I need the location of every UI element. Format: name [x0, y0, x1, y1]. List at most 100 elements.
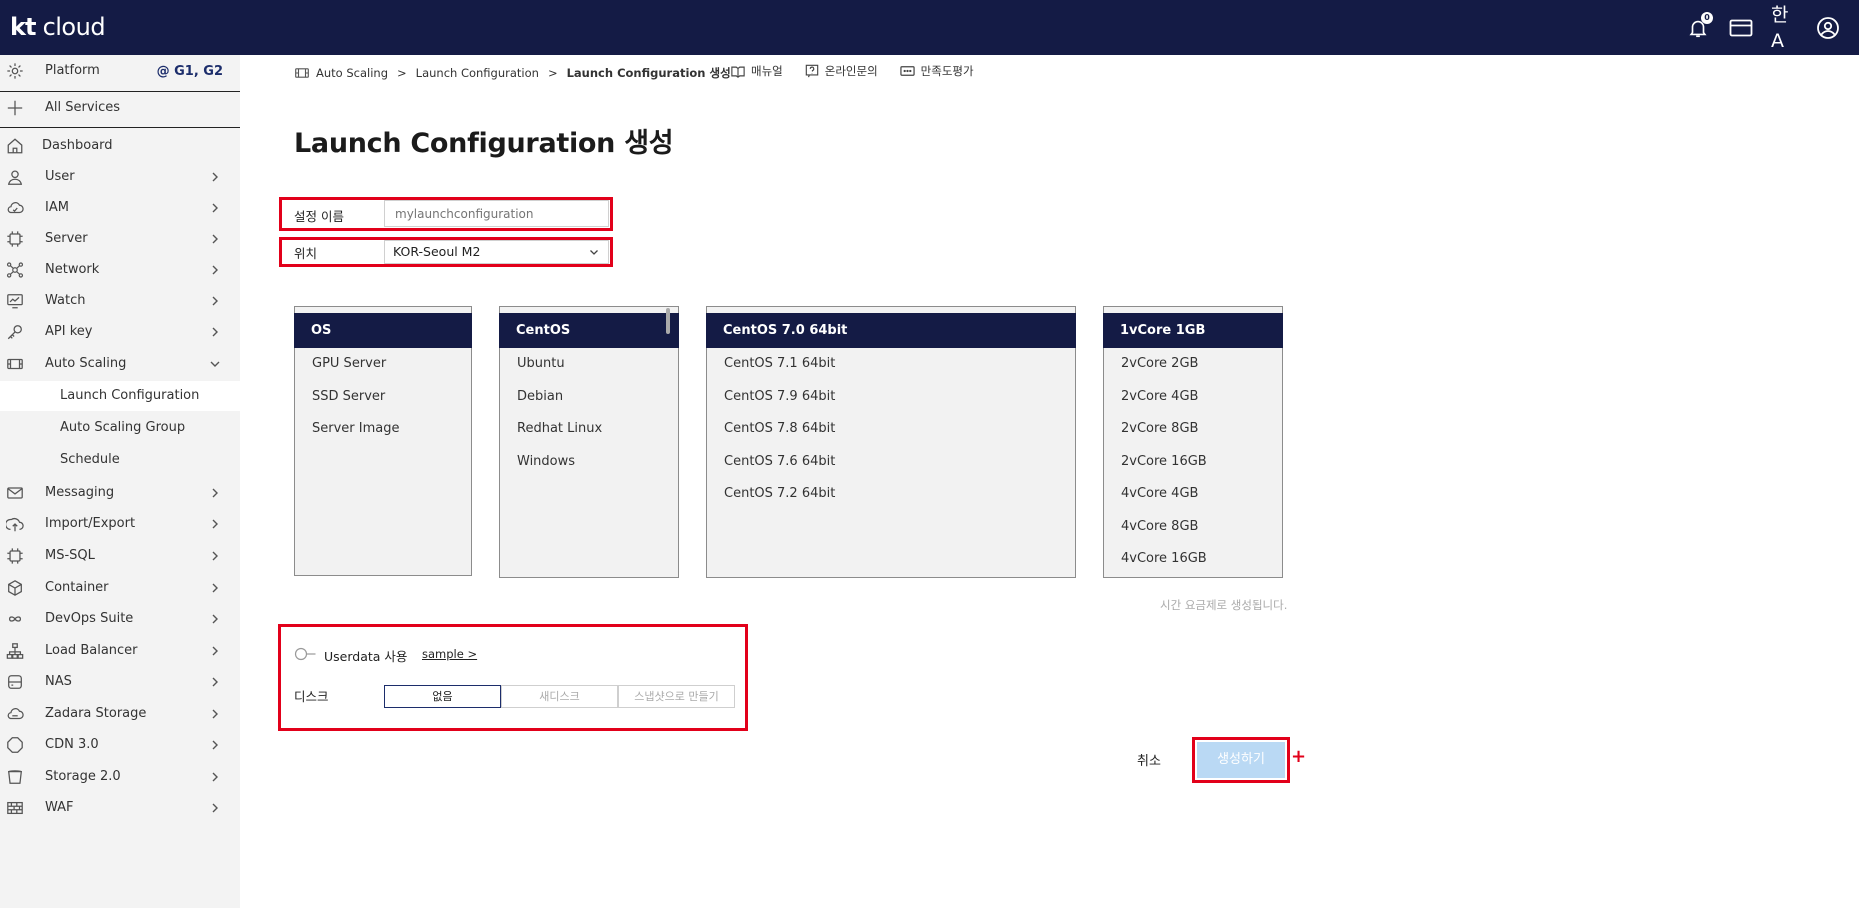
list-item[interactable]: 2vCore 2GB	[1104, 348, 1282, 381]
scrollbar-thumb[interactable]	[666, 308, 670, 334]
sidebar-item-label: Auto Scaling	[45, 356, 127, 371]
chat-dots-icon	[899, 66, 915, 76]
sidebar-item-label: Zadara Storage	[45, 706, 147, 721]
sidebar-item-load-balancer[interactable]: Load Balancer	[0, 636, 240, 666]
list-item[interactable]: Windows	[500, 446, 678, 479]
location-select[interactable]: KOR-Seoul M2	[384, 240, 609, 264]
sidebar-item-auto-scaling[interactable]: Auto Scaling	[0, 349, 240, 379]
database-chip-icon	[7, 548, 23, 564]
sidebar-item-iam[interactable]: IAM	[0, 193, 240, 223]
sidebar-subitem-label: Launch Configuration	[60, 388, 200, 403]
account-icon[interactable]	[1815, 15, 1841, 41]
create-button[interactable]: 생성하기	[1197, 742, 1285, 778]
list-item[interactable]: Debian	[500, 381, 678, 414]
version-selected-item[interactable]: CentOS 7.0 64bit	[706, 313, 1076, 348]
pricing-note: 시간 요금제로 생성됩니다.	[1160, 598, 1288, 612]
list-item[interactable]: Ubuntu	[500, 348, 678, 381]
sidebar-subitem-auto-scaling-group[interactable]: Auto Scaling Group	[0, 413, 240, 443]
list-item[interactable]: 4vCore 4GB	[1104, 478, 1282, 511]
list-item[interactable]: CentOS 7.8 64bit	[707, 413, 1075, 446]
list-item[interactable]: 4vCore 16GB	[1104, 543, 1282, 576]
list-item[interactable]: 2vCore 16GB	[1104, 446, 1282, 479]
userdata-toggle[interactable]	[294, 647, 318, 661]
list-item[interactable]: GPU Server	[295, 348, 471, 381]
sidebar-item-network[interactable]: Network	[0, 255, 240, 285]
disk-option-none[interactable]: 없음	[384, 685, 501, 708]
plus-icon	[7, 100, 23, 116]
sidebar-item-messaging[interactable]: Messaging	[0, 478, 240, 508]
sidebar-item-label: Dashboard	[42, 138, 113, 153]
location-label: 위치	[294, 246, 318, 261]
sidebar-item-label: IAM	[45, 200, 69, 215]
sidebar-item-platform[interactable]: Platform @ G1, G2	[0, 56, 240, 86]
list-item[interactable]: SSD Server	[295, 381, 471, 414]
chevron-down-icon	[590, 250, 598, 255]
sidebar-item-api-key[interactable]: API key	[0, 317, 240, 347]
cancel-button[interactable]: 취소	[1137, 750, 1161, 769]
list-item[interactable]: 2vCore 4GB	[1104, 381, 1282, 414]
sidebar-item-dashboard[interactable]: Dashboard	[0, 131, 240, 161]
list-item[interactable]: CentOS 7.2 64bit	[707, 478, 1075, 511]
chevron-right-icon	[212, 203, 218, 213]
iam-icon	[7, 202, 24, 214]
sidebar-item-import-export[interactable]: Import/Export	[0, 509, 240, 539]
sidebar-item-label: Container	[45, 580, 109, 595]
list-item[interactable]: 4vCore 8GB	[1104, 511, 1282, 544]
sidebar-item-label: Load Balancer	[45, 643, 138, 658]
os-selected-item[interactable]: CentOS	[499, 313, 679, 348]
sidebar-item-waf[interactable]: WAF	[0, 793, 240, 823]
sidebar-subitem-launch-configuration[interactable]: Launch Configuration	[0, 381, 240, 411]
breadcrumb: Auto Scaling > Launch Configuration > La…	[295, 64, 731, 82]
list-item[interactable]: 2vCore 8GB	[1104, 413, 1282, 446]
language-icon[interactable]: 한A	[1771, 4, 1797, 52]
user-icon	[7, 170, 23, 185]
sidebar-item-storage[interactable]: Storage 2.0	[0, 762, 240, 792]
sidebar-item-cdn[interactable]: CDN 3.0	[0, 730, 240, 760]
sidebar-item-all-services[interactable]: All Services	[0, 93, 240, 123]
disk-option-new-disk[interactable]: 새디스크	[501, 685, 618, 708]
chevron-right-icon	[212, 488, 218, 498]
annotation-box-userdata-disk	[278, 624, 748, 731]
sidebar-item-label: Server	[45, 231, 88, 246]
sidebar-item-label: All Services	[45, 100, 121, 115]
sidebar-item-devops-suite[interactable]: DevOps Suite	[0, 604, 240, 634]
sidebar-item-user[interactable]: User	[0, 162, 240, 192]
list-item[interactable]: Redhat Linux	[500, 413, 678, 446]
monitor-chart-icon	[7, 294, 23, 309]
breadcrumb-item-auto-scaling[interactable]: Auto Scaling	[316, 66, 388, 80]
list-item[interactable]: Server Image	[295, 413, 471, 446]
inquiry-link[interactable]: 온라인문의	[805, 63, 878, 79]
survey-link[interactable]: 만족도평가	[899, 63, 974, 79]
category-selected-item[interactable]: OS	[294, 313, 472, 348]
logo-cloud: cloud	[35, 13, 106, 41]
card-icon[interactable]	[1728, 15, 1754, 41]
list-item[interactable]: CentOS 7.6 64bit	[707, 446, 1075, 479]
chevron-right-icon	[212, 172, 218, 182]
sidebar-item-container[interactable]: Container	[0, 573, 240, 603]
list-item[interactable]: CentOS 7.9 64bit	[707, 381, 1075, 414]
userdata-sample-link[interactable]: sample >	[422, 647, 477, 661]
inquiry-link-label: 온라인문의	[824, 64, 878, 78]
notification-bell-icon[interactable]: 0	[1685, 12, 1713, 41]
breadcrumb-item-launch-configuration[interactable]: Launch Configuration	[416, 66, 539, 80]
chevron-down-icon	[210, 361, 220, 367]
sidebar-item-ms-sql[interactable]: MS-SQL	[0, 541, 240, 571]
annotation-plus-mark: +	[1291, 746, 1307, 767]
kt-cloud-logo[interactable]: kt cloud	[10, 11, 106, 43]
disk-option-from-snapshot[interactable]: 스냅샷으로 만들기	[618, 685, 735, 708]
sidebar-item-nas[interactable]: NAS	[0, 667, 240, 697]
config-name-label: 설정 이름	[294, 209, 344, 224]
disk-label: 디스크	[294, 689, 329, 704]
sidebar-item-server[interactable]: Server	[0, 224, 240, 254]
sidebar-item-label: DevOps Suite	[45, 611, 134, 626]
manual-link[interactable]: 매뉴얼	[731, 63, 783, 79]
list-item[interactable]: CentOS 7.1 64bit	[707, 348, 1075, 381]
config-name-input[interactable]	[384, 200, 609, 227]
spec-selected-item[interactable]: 1vCore 1GB	[1103, 313, 1283, 348]
sidebar-subitem-schedule[interactable]: Schedule	[0, 445, 240, 475]
sidebar-item-zadara-storage[interactable]: Zadara Storage	[0, 699, 240, 729]
sidebar-item-watch[interactable]: Watch	[0, 286, 240, 316]
waf-icon	[7, 801, 23, 815]
chevron-right-icon	[212, 803, 218, 813]
cdn-icon	[7, 737, 23, 753]
